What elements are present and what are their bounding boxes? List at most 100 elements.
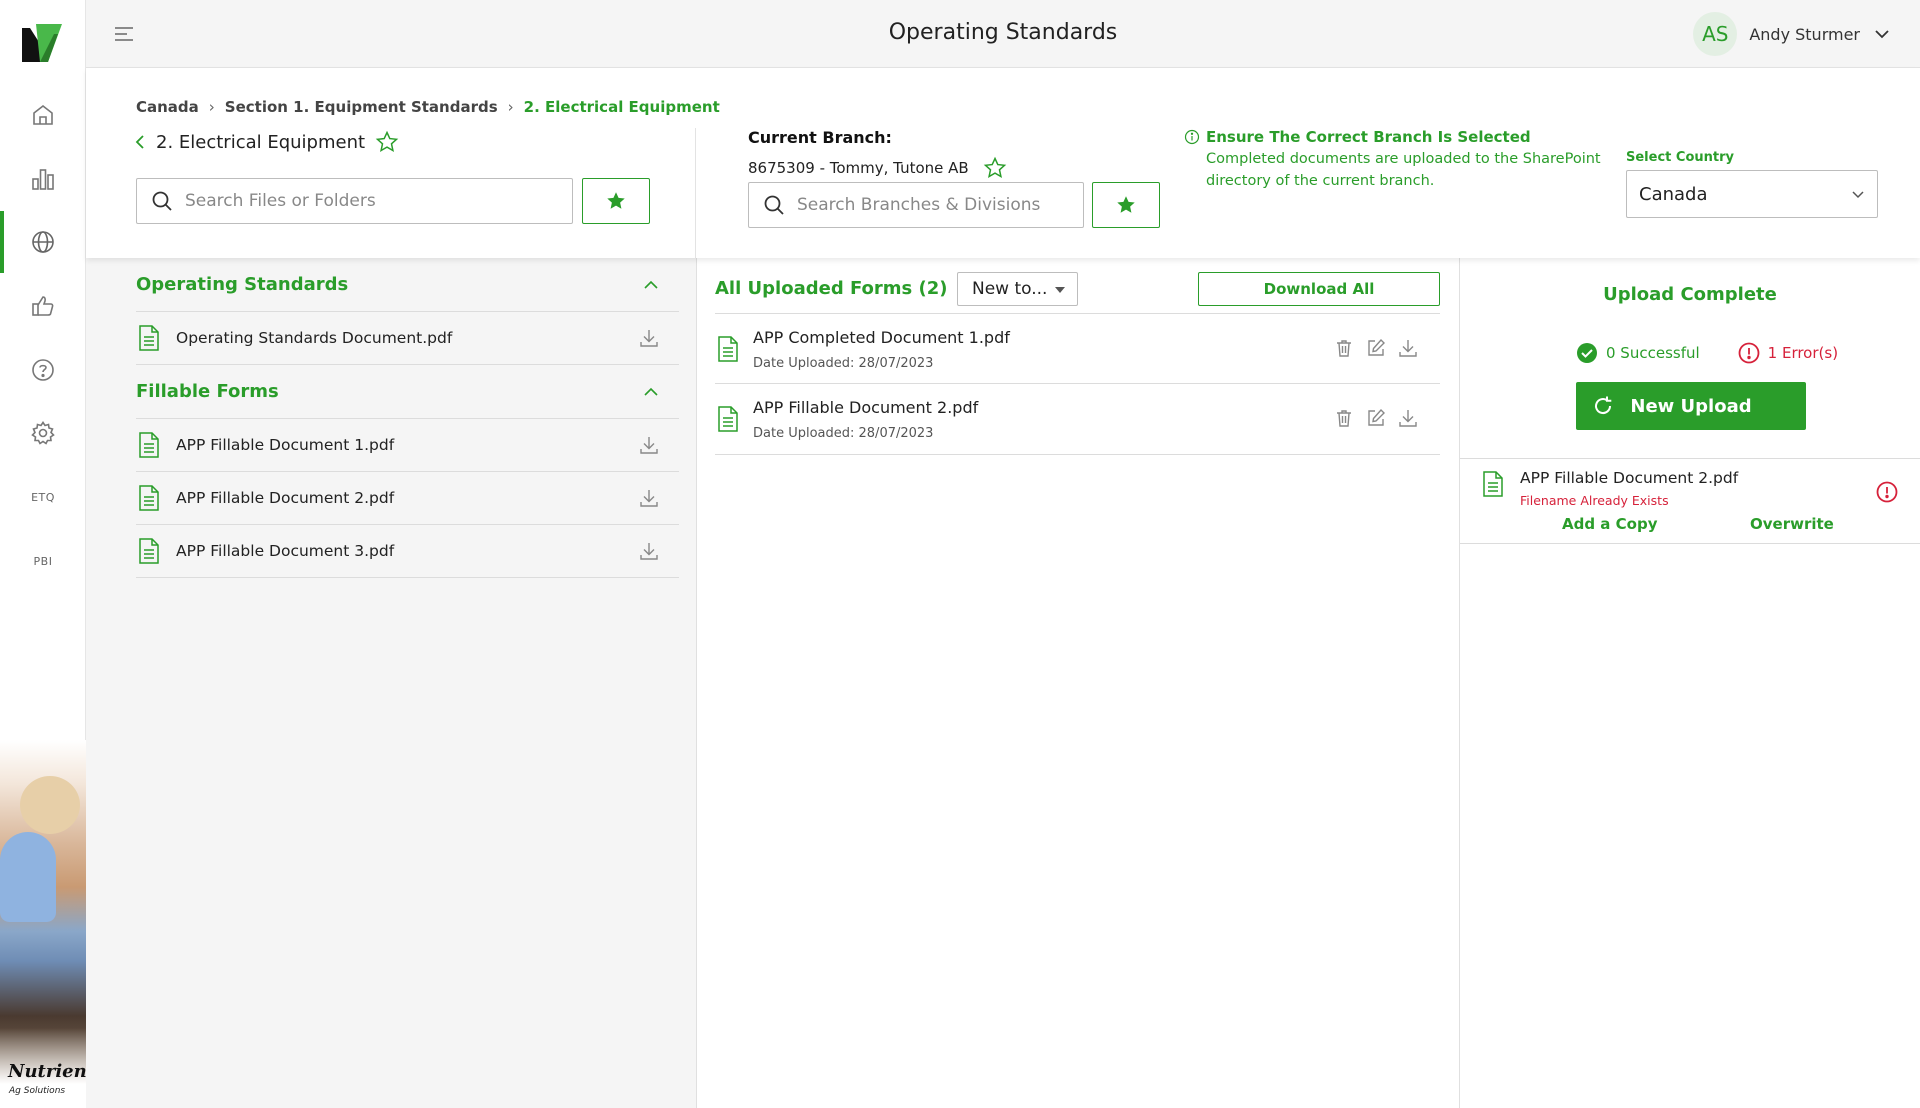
error-circle-icon [1738, 342, 1760, 364]
uploaded-forms-panel: All Uploaded Forms (2) New to... Downloa… [697, 258, 1460, 1108]
row-actions [1334, 408, 1418, 428]
file-name: APP Fillable Document 2.pdf [176, 489, 395, 507]
chevron-up-icon[interactable] [643, 384, 659, 400]
favorites-button[interactable] [582, 178, 650, 224]
breadcrumb-current: 2. Electrical Equipment [523, 98, 720, 116]
chevron-up-icon[interactable] [643, 277, 659, 293]
country-select[interactable]: Canada [1626, 170, 1878, 218]
file-row[interactable]: APP Fillable Document 1.pdf [136, 419, 679, 472]
error-count: 1 Error(s) [1767, 344, 1839, 362]
edit-icon[interactable] [1366, 338, 1386, 358]
folder-title-row: 2. Electrical Equipment [134, 130, 399, 154]
country-select-value: Canada [1639, 183, 1708, 205]
branch-search-input[interactable]: Search Branches & Divisions [748, 182, 1084, 228]
uploaded-form-date: Date Uploaded: 28/07/2023 [753, 356, 934, 371]
thumbs-up-icon [32, 296, 54, 316]
chevron-down-icon[interactable] [1874, 26, 1890, 42]
download-icon[interactable] [639, 328, 659, 348]
nav-pbi[interactable]: PBI [0, 530, 86, 592]
back-chevron-icon[interactable] [134, 135, 146, 149]
user-name: Andy Sturmer [1749, 24, 1860, 44]
overwrite-button[interactable]: Overwrite [1750, 515, 1834, 533]
document-icon [139, 325, 159, 351]
new-upload-label: New Upload [1630, 395, 1752, 417]
error-message: Filename Already Exists [1520, 493, 1669, 508]
header-divider [695, 128, 696, 258]
current-branch-row: 8675309 - Tommy, Tutone AB [748, 156, 1007, 180]
search-icon [152, 191, 172, 211]
star-icon [1117, 196, 1135, 213]
file-row[interactable]: APP Fillable Document 2.pdf [136, 472, 679, 525]
user-menu[interactable]: AS Andy Sturmer [1693, 12, 1890, 56]
branch-favorites-button[interactable] [1092, 182, 1160, 228]
brand-name: Nutrien [8, 1061, 87, 1082]
nutrien-logo[interactable] [18, 18, 68, 68]
nav-settings[interactable] [0, 402, 86, 464]
search-icon [764, 195, 784, 215]
uploaded-form-row[interactable]: APP Completed Document 1.pdf Date Upload… [715, 313, 1440, 384]
document-icon [139, 538, 159, 564]
download-icon[interactable] [639, 488, 659, 508]
breadcrumb-item[interactable]: Canada [136, 98, 199, 116]
brand-subtitle: Ag Solutions [9, 1086, 66, 1096]
check-circle-icon [1577, 343, 1597, 363]
nav-feedback[interactable] [0, 275, 86, 337]
nav-etq[interactable]: ETQ [0, 466, 86, 528]
favorite-star-icon[interactable] [375, 130, 399, 154]
nav-global[interactable] [0, 211, 86, 273]
notice-body: Completed documents are uploaded to the … [1206, 151, 1601, 189]
breadcrumb: Canada › Section 1. Equipment Standards … [136, 98, 720, 116]
uploaded-form-row[interactable]: APP Fillable Document 2.pdf Date Uploade… [715, 384, 1440, 455]
nav-reports[interactable] [0, 148, 86, 210]
upload-status-title: Upload Complete [1603, 284, 1777, 305]
add-copy-button[interactable]: Add a Copy [1562, 515, 1657, 533]
help-circle-icon [32, 359, 54, 381]
info-icon [1184, 129, 1200, 145]
chevron-down-icon [1852, 191, 1864, 199]
folder-title: 2. Electrical Equipment [156, 131, 366, 153]
sort-select[interactable]: New to... [957, 272, 1078, 306]
current-branch-label: Current Branch: [748, 128, 892, 147]
sidebar-photo [0, 740, 86, 1108]
nav-help[interactable] [0, 339, 86, 401]
upload-stats: 0 Successful 1 Error(s) [1576, 342, 1838, 364]
section-header-fillable-forms[interactable]: Fillable Forms [136, 365, 679, 419]
breadcrumb-separator: › [208, 98, 215, 116]
file-search-input[interactable]: Search Files or Folders [136, 178, 573, 224]
file-row[interactable]: APP Fillable Document 3.pdf [136, 525, 679, 578]
download-icon[interactable] [639, 435, 659, 455]
breadcrumb-separator: › [507, 98, 514, 116]
uploaded-form-name: APP Completed Document 1.pdf [753, 328, 1010, 347]
edit-icon[interactable] [1366, 408, 1386, 428]
download-icon[interactable] [1398, 408, 1418, 428]
document-icon [1483, 471, 1503, 497]
document-icon [718, 336, 738, 362]
trash-icon[interactable] [1334, 408, 1354, 428]
bar-chart-icon [32, 169, 54, 190]
document-icon [139, 485, 159, 511]
branch-favorite-star-icon[interactable] [983, 156, 1007, 180]
star-icon [607, 192, 625, 209]
nav-home[interactable] [0, 84, 86, 146]
uploaded-form-name: APP Fillable Document 2.pdf [753, 398, 979, 417]
download-all-button[interactable]: Download All [1198, 272, 1440, 306]
avatar[interactable]: AS [1693, 12, 1738, 56]
uploaded-forms-title: All Uploaded Forms (2) [715, 278, 948, 299]
home-icon [33, 104, 53, 125]
caret-down-icon [1055, 287, 1065, 293]
file-row[interactable]: Operating Standards Document.pdf [136, 312, 679, 365]
new-upload-button[interactable]: New Upload [1576, 382, 1806, 430]
successful-count: 0 Successful [1606, 344, 1700, 362]
download-icon[interactable] [639, 541, 659, 561]
breadcrumb-item[interactable]: Section 1. Equipment Standards [225, 98, 498, 116]
download-icon[interactable] [1398, 338, 1418, 358]
sort-select-value: New to... [972, 279, 1048, 299]
row-actions [1334, 338, 1418, 358]
refresh-icon [1595, 396, 1612, 415]
file-name: APP Fillable Document 1.pdf [176, 436, 395, 454]
gear-icon [31, 421, 55, 445]
uploaded-form-date: Date Uploaded: 28/07/2023 [753, 426, 934, 441]
notice-title: Ensure The Correct Branch Is Selected [1206, 128, 1531, 146]
trash-icon[interactable] [1334, 338, 1354, 358]
section-header-operating-standards[interactable]: Operating Standards [136, 258, 679, 312]
